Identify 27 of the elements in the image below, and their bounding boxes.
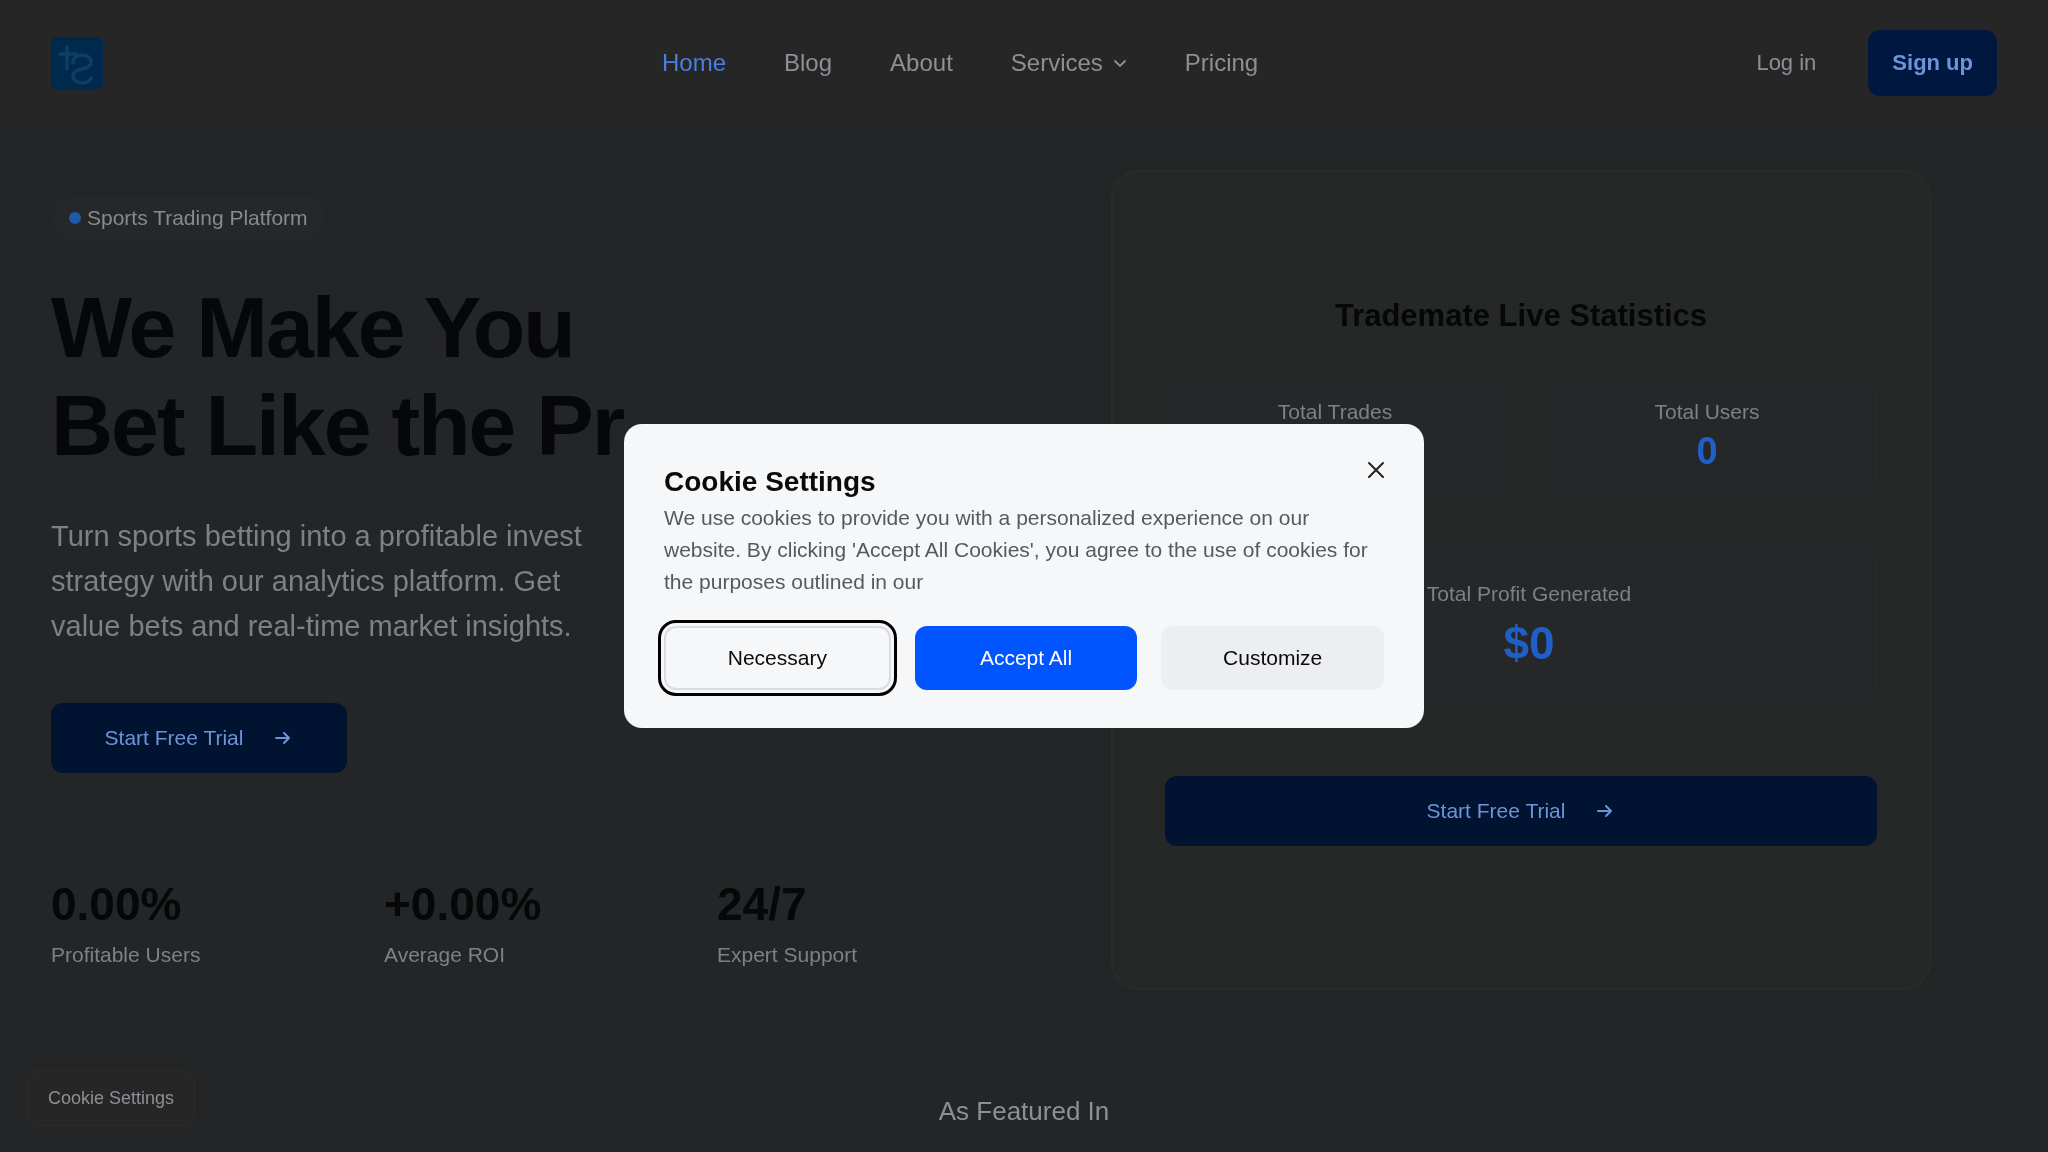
tile-label: Total Users	[1654, 400, 1760, 424]
stat-label: Expert Support	[717, 943, 859, 967]
close-icon[interactable]	[1366, 460, 1386, 480]
nav-link[interactable]: Home	[662, 49, 727, 77]
dialog-text: We use cookies to provide you with a personalized experience on our website. By clicking 'Accept All Cookies', you agree to the use of cookies for the purposes outlined in our	[664, 505, 1369, 595]
start-trial-button[interactable]: Start Free Trial	[1165, 776, 1877, 846]
dialog-title: Cookie Settings	[664, 466, 876, 498]
section-heading: As Featured In	[938, 1096, 1110, 1127]
tile-value: $0	[1503, 616, 1555, 670]
nav-link[interactable]: Blog	[784, 49, 833, 77]
stat-label: Profitable Users	[51, 943, 202, 967]
nav-link[interactable]: About	[890, 49, 953, 77]
tile-label: Total Trades	[1277, 400, 1393, 424]
dialog-button[interactable]: Accept All	[914, 626, 1138, 690]
start-trial-button[interactable]: Start Free Trial	[51, 703, 347, 773]
stat-label: Average ROI	[384, 943, 506, 967]
dot-icon	[69, 212, 81, 224]
dialog-button[interactable]: Customize	[1161, 626, 1384, 690]
tile-label: Total Profit Generated	[1426, 582, 1632, 606]
signup-button[interactable]: Sign up	[1868, 30, 1997, 96]
nav-link[interactable]: Pricing	[1184, 49, 1259, 77]
badge-label: Sports Trading Platform	[87, 206, 308, 230]
nav-link[interactable]: Services	[1010, 49, 1127, 77]
tile-value: 0	[1696, 430, 1718, 473]
cookie-settings-button[interactable]: Cookie Settings	[27, 1070, 196, 1126]
hero-subtitle: Turn sports betting into a profitable invest strategy with our analytics platform. Get value bets and real-time market insights.	[51, 519, 582, 644]
login-link[interactable]: Log in	[1756, 50, 1817, 76]
